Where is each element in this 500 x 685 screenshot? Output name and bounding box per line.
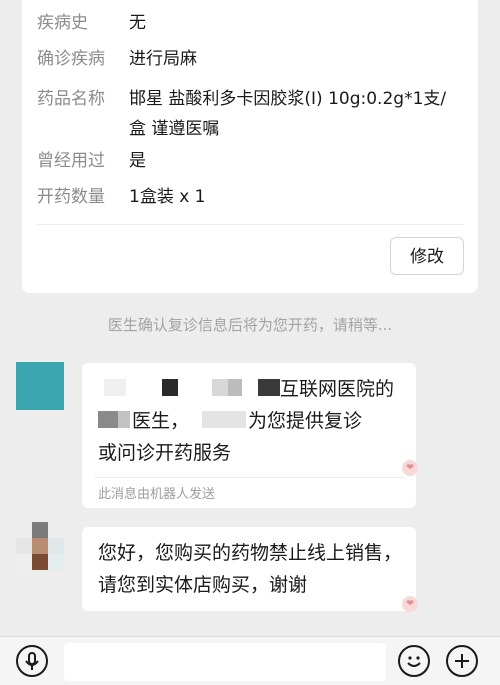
row-label: 疾病史 (37, 13, 88, 33)
redaction-mosaic (212, 379, 228, 396)
voice-icon[interactable] (16, 645, 48, 677)
redaction-mosaic (258, 379, 280, 396)
row-value: 邯星 盐酸利多卡因胶浆(I) 10g:0.2g*1支/盒 谨遵医嘱 (129, 89, 447, 139)
message-bubble-reply[interactable]: 您好，您购买的药物禁止线上销售，请您到实体店购买，谢谢 (82, 527, 416, 611)
emoji-icon[interactable] (398, 645, 430, 677)
row-label: 开药数量 (37, 187, 105, 207)
redaction-mosaic (98, 411, 118, 428)
robot-notice: 此消息由机器人发送 (98, 487, 216, 502)
row-value: 无 (129, 13, 146, 33)
edit-button[interactable]: 修改 (390, 237, 464, 275)
avatar-pixel (48, 538, 64, 554)
redaction-mosaic (118, 411, 130, 428)
system-note: 医生确认复诊信息后将为您开药，请稍等... (107, 316, 393, 334)
avatar-pixel (32, 554, 48, 570)
row-label: 曾经用过 (37, 151, 105, 171)
row-label: 确诊疾病 (37, 49, 105, 69)
row-value: 是 (129, 151, 146, 171)
message-input[interactable] (64, 643, 386, 681)
watermark-icon: ❤ (402, 460, 418, 476)
message-text: 为您提供复诊 (248, 410, 363, 432)
prescription-card: 疾病史 无 确诊疾病 进行局麻 药品名称 邯星 盐酸利多卡因胶浆(I) 10g:… (22, 0, 478, 293)
avatar-pixel (16, 554, 32, 570)
redaction-mosaic (202, 411, 246, 428)
avatar-doctor[interactable] (16, 522, 64, 570)
redaction-mosaic (162, 379, 178, 396)
message-text: 互联网医院的 (280, 378, 395, 400)
row-value: 进行局麻 (129, 49, 197, 69)
avatar-pixel (32, 522, 48, 538)
row-label: 药品名称 (37, 89, 105, 109)
row-value: 1盒装 x 1 (129, 187, 206, 207)
watermark-icon: ❤ (402, 596, 418, 612)
message-footer-divider (94, 477, 404, 478)
message-text: 您好，您购买的药物禁止线上销售，请您到实体店购买，谢谢 (98, 542, 403, 596)
plus-icon[interactable] (446, 645, 478, 677)
avatar-pixel (32, 538, 48, 554)
message-bubble-intro[interactable]: 互联网医院的 医生， 为您提供复诊 或问诊开药服务 此消息由机器人发送 (82, 363, 416, 508)
redaction-mosaic (104, 379, 126, 396)
chat-input-bar (0, 636, 500, 685)
avatar-hospital[interactable] (16, 362, 64, 410)
avatar-pixel (16, 538, 32, 554)
avatar-pixel (48, 554, 64, 570)
card-divider (37, 224, 463, 225)
message-text: 或问诊开药服务 (98, 442, 232, 464)
redaction-mosaic (228, 379, 242, 396)
